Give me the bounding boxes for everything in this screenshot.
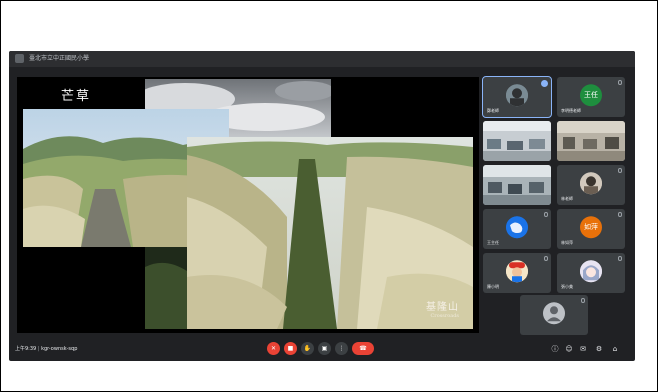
lock-icon[interactable]: ⌂	[611, 345, 619, 353]
participant-tile[interactable]	[557, 121, 625, 161]
participant-name: 林如萍	[561, 240, 573, 245]
meeting-code: kgr-ownsk-sqp	[41, 346, 78, 352]
chat-icon[interactable]: ✉	[579, 345, 587, 353]
caption-line1: 基隆山	[426, 302, 459, 313]
avatar	[543, 302, 565, 325]
mic-off-icon	[618, 212, 622, 217]
info-icon[interactable]: ⓘ	[551, 345, 559, 353]
avatar-initial: 如萍	[584, 223, 598, 232]
mic-off-icon	[618, 168, 622, 173]
screenshot-frame: 臺北市立中正國民小學 芒草 基隆山 Crossroads 鄭老師 王任 李明德老…	[0, 0, 658, 392]
participant-tile[interactable]: 林老師	[557, 165, 625, 205]
participant-tile[interactable]: 鄭老師	[482, 76, 552, 118]
caption-line2: Crossroads	[430, 313, 459, 319]
camera-off-icon: ■	[287, 345, 294, 352]
participant-name: 鄭老師	[487, 108, 499, 113]
participant-name: 林老師	[561, 196, 573, 201]
avatar: 王任	[580, 84, 602, 107]
raise-hand-icon: ✋	[303, 345, 312, 352]
mic-off-icon	[544, 256, 548, 261]
participant-tile[interactable]: 陳小明	[483, 253, 551, 293]
participant-name: 李明德老師	[561, 108, 581, 113]
meet-window: 臺北市立中正國民小學 芒草 基隆山 Crossroads 鄭老師 王任 李明德老…	[9, 51, 635, 361]
mic-button[interactable]: ✕	[267, 342, 280, 355]
classroom-video	[483, 121, 551, 161]
participant-tile[interactable]	[520, 295, 588, 335]
participant-tile[interactable]: 張小美	[557, 253, 625, 293]
classroom-video	[483, 165, 551, 205]
avatar	[580, 172, 602, 195]
grass-strip-photo	[145, 247, 187, 329]
participant-name: 王主任	[487, 240, 499, 245]
mic-off-icon	[618, 80, 622, 85]
activities-icon[interactable]: ⚙	[595, 345, 603, 353]
mic-off-icon	[618, 256, 622, 261]
meeting-time: 上午9:39	[15, 346, 37, 352]
avatar-initial: 王任	[584, 91, 598, 100]
photo-caption: 基隆山 Crossroads	[426, 298, 459, 319]
present-button[interactable]: ▣	[318, 342, 331, 355]
raise-hand-button[interactable]: ✋	[301, 342, 314, 355]
more-icon: ⋮	[338, 345, 345, 352]
presentation-stage: 芒草 基隆山 Crossroads	[17, 77, 479, 333]
present-icon: ▣	[321, 345, 328, 352]
silvergrass-photo: 基隆山 Crossroads	[187, 137, 473, 329]
participant-tile[interactable]	[483, 121, 551, 161]
meeting-info: 上午9:39 | kgr-ownsk-sqp	[15, 346, 78, 352]
leave-call-button[interactable]: ☎	[352, 342, 374, 355]
people-icon[interactable]: ☺	[565, 345, 573, 353]
control-bar: 上午9:39 | kgr-ownsk-sqp ✕ ■ ✋ ▣ ⋮ ☎ ⓘ ☺ ✉…	[9, 337, 635, 361]
avatar	[506, 216, 528, 239]
avatar	[506, 84, 528, 107]
avatar	[506, 260, 528, 283]
participant-tile[interactable]: 王任 李明德老師	[557, 77, 625, 117]
camera-button[interactable]: ■	[284, 342, 297, 355]
mic-off-icon: ✕	[270, 345, 277, 352]
participant-name: 陳小明	[487, 284, 499, 289]
speaking-indicator-icon	[541, 80, 548, 87]
more-options-button[interactable]: ⋮	[335, 342, 348, 355]
meeting-title: 臺北市立中正國民小學	[29, 55, 90, 62]
participant-tile[interactable]: 王主任	[483, 209, 551, 249]
participant-tile[interactable]: 如萍 林如萍	[557, 209, 625, 249]
participant-name: 張小美	[561, 284, 573, 289]
avatar	[580, 260, 602, 283]
call-end-icon: ☎	[359, 345, 367, 352]
mic-off-icon	[544, 212, 548, 217]
meeting-icon	[15, 54, 24, 63]
slide-title: 芒草	[61, 89, 92, 104]
mic-off-icon	[581, 298, 585, 303]
participant-tile[interactable]	[483, 165, 551, 205]
avatar: 如萍	[580, 216, 602, 239]
title-bar: 臺北市立中正國民小學	[9, 51, 635, 67]
classroom-video	[557, 121, 625, 161]
